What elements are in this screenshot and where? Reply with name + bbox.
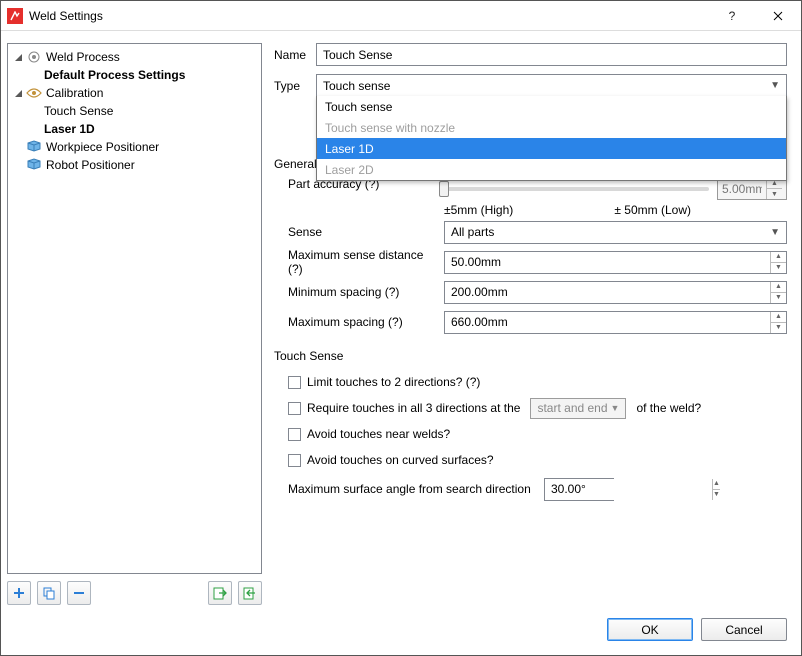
tree-item-label: Workpiece Positioner xyxy=(44,140,161,154)
dialog-button-bar: OK Cancel xyxy=(1,608,801,655)
max-surface-angle-field[interactable] xyxy=(545,479,712,500)
help-button[interactable]: ? xyxy=(709,1,755,31)
limit-touches-checkbox[interactable] xyxy=(288,376,301,389)
tree-item-default-process-settings[interactable]: Default Process Settings xyxy=(10,66,259,84)
require-touches-prefix: Require touches in all 3 directions at t… xyxy=(307,401,520,415)
min-spacing-input[interactable]: ▲▼ xyxy=(444,281,787,304)
slider-low-label: ±5mm (High) xyxy=(444,203,513,217)
tree-item-weld-process[interactable]: Weld Process xyxy=(10,48,259,66)
spinner-icon[interactable]: ▲▼ xyxy=(770,282,786,303)
slider-high-label: ± 50mm (Low) xyxy=(614,203,691,217)
copy-button[interactable] xyxy=(37,581,61,605)
titlebar: Weld Settings ? xyxy=(1,1,801,31)
tree-item-label: Weld Process xyxy=(44,50,122,64)
chevron-down-icon: ▼ xyxy=(770,80,780,91)
tree[interactable]: Weld Process Default Process Settings Cali… xyxy=(7,43,262,574)
tree-item-laser-1d[interactable]: Laser 1D xyxy=(10,120,259,138)
part-accuracy-slider[interactable] xyxy=(444,187,709,191)
cancel-button[interactable]: Cancel xyxy=(701,618,787,641)
limit-touches-label: Limit touches to 2 directions? (?) xyxy=(307,375,480,389)
chevron-down-icon: ▼ xyxy=(611,403,620,413)
avoid-curved-checkbox[interactable] xyxy=(288,454,301,467)
export-button[interactable] xyxy=(238,581,262,605)
type-label: Type xyxy=(274,79,316,93)
type-dropdown-list[interactable]: Touch senseTouch sense with nozzleLaser … xyxy=(316,96,787,181)
type-option[interactable]: Touch sense xyxy=(317,96,786,117)
touch-sense-section-label: Touch Sense xyxy=(274,349,787,363)
type-option[interactable]: Laser 1D xyxy=(317,138,786,159)
spinner-icon[interactable]: ▲▼ xyxy=(770,252,786,273)
form-panel: Name Type Touch sense ▼ Touch senseTouch… xyxy=(274,43,787,608)
min-spacing-field[interactable] xyxy=(445,282,770,303)
max-spacing-input[interactable]: ▲▼ xyxy=(444,311,787,334)
require-touches-suffix: of the weld? xyxy=(636,401,701,415)
chevron-down-icon: ▼ xyxy=(770,227,780,238)
sense-select[interactable]: All parts ▼ xyxy=(444,221,787,244)
require-touches-checkbox[interactable] xyxy=(288,402,301,415)
positioner-icon xyxy=(26,139,42,155)
twisty-open-icon[interactable] xyxy=(12,87,24,99)
name-label: Name xyxy=(274,48,316,62)
tree-toolbar xyxy=(7,578,262,608)
slider-thumb[interactable] xyxy=(439,181,449,197)
tree-item-label: Default Process Settings xyxy=(42,68,187,82)
max-sense-distance-field[interactable] xyxy=(445,252,770,273)
avoid-welds-checkbox[interactable] xyxy=(288,428,301,441)
sense-label: Sense xyxy=(288,225,438,239)
require-touches-select-value: start and end xyxy=(537,401,607,415)
tree-item-workpiece-positioner[interactable]: Workpiece Positioner xyxy=(10,138,259,156)
remove-button[interactable] xyxy=(67,581,91,605)
import-button[interactable] xyxy=(208,581,232,605)
max-surface-angle-label: Maximum surface angle from search direct… xyxy=(288,482,538,496)
max-sense-distance-label: Maximum sense distance (?) xyxy=(288,248,438,276)
tree-item-label: Laser 1D xyxy=(42,122,97,136)
tree-item-touch-sense[interactable]: Touch Sense xyxy=(10,102,259,120)
tree-item-robot-positioner[interactable]: Robot Positioner xyxy=(10,156,259,174)
target-icon xyxy=(26,49,42,65)
add-button[interactable] xyxy=(7,581,31,605)
positioner-icon xyxy=(26,157,42,173)
tree-item-calibration[interactable]: Calibration xyxy=(10,84,259,102)
type-combo[interactable]: Touch sense ▼ xyxy=(316,74,787,97)
avoid-curved-label: Avoid touches on curved surfaces? xyxy=(307,453,494,467)
avoid-welds-label: Avoid touches near welds? xyxy=(307,427,450,441)
spinner-icon[interactable]: ▲▼ xyxy=(712,479,720,500)
tree-item-label: Calibration xyxy=(44,86,105,100)
max-sense-distance-input[interactable]: ▲▼ xyxy=(444,251,787,274)
close-button[interactable] xyxy=(755,1,801,31)
min-spacing-label: Minimum spacing (?) xyxy=(288,285,438,299)
tree-item-label: Robot Positioner xyxy=(44,158,137,172)
type-combo-value: Touch sense xyxy=(323,79,390,93)
type-option: Touch sense with nozzle xyxy=(317,117,786,138)
sense-select-value: All parts xyxy=(451,225,494,239)
app-icon xyxy=(7,8,23,24)
require-touches-select[interactable]: start and end ▼ xyxy=(530,398,626,419)
tree-panel: Weld Process Default Process Settings Cali… xyxy=(7,43,262,608)
eye-icon xyxy=(26,85,42,101)
name-input[interactable] xyxy=(316,43,787,66)
max-surface-angle-input[interactable]: ▲▼ xyxy=(544,478,614,501)
ok-button[interactable]: OK xyxy=(607,618,693,641)
part-accuracy-value-input xyxy=(718,182,766,196)
twisty-open-icon[interactable] xyxy=(12,51,24,63)
window-title: Weld Settings xyxy=(29,9,709,23)
spinner-icon[interactable]: ▲▼ xyxy=(766,178,782,199)
max-spacing-field[interactable] xyxy=(445,312,770,333)
tree-item-label: Touch Sense xyxy=(42,104,115,118)
type-option: Laser 2D xyxy=(317,159,786,180)
max-spacing-label: Maximum spacing (?) xyxy=(288,315,438,329)
spinner-icon[interactable]: ▲▼ xyxy=(770,312,786,333)
